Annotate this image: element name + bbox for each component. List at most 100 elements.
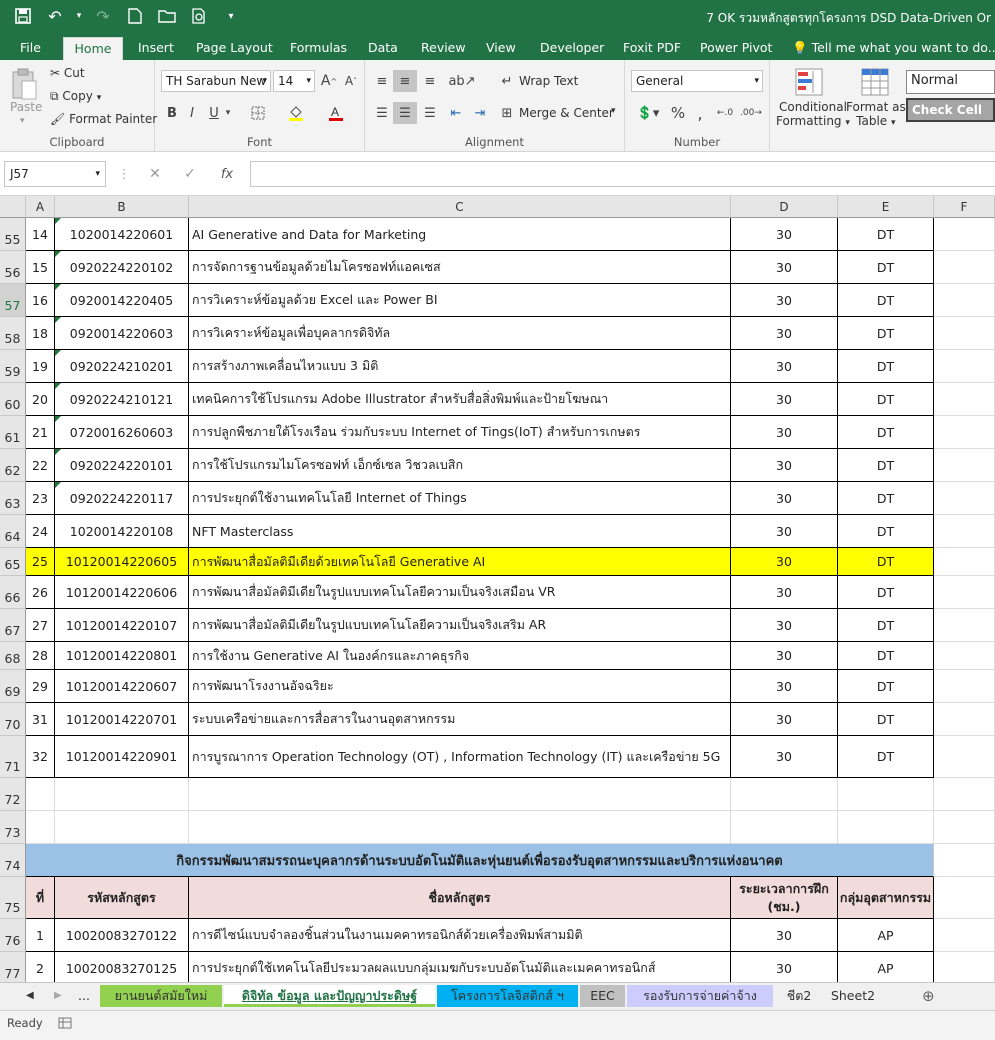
- grow-font-icon[interactable]: A ^: [319, 70, 339, 92]
- format-painter-button[interactable]: 🖌 Format Painter: [50, 112, 157, 126]
- print-preview-icon[interactable]: [186, 4, 212, 28]
- cell-d[interactable]: 30: [731, 670, 838, 703]
- cell-f[interactable]: [934, 703, 995, 736]
- undo-dropdown-icon[interactable]: ▾: [74, 4, 84, 28]
- borders-icon[interactable]: [247, 102, 269, 124]
- italic-icon[interactable]: I: [183, 102, 201, 124]
- increase-indent-icon[interactable]: ⇥: [469, 102, 491, 124]
- customize-qat-icon[interactable]: ▾: [218, 4, 244, 28]
- cell-e[interactable]: DT: [838, 284, 934, 317]
- cell-d[interactable]: 30: [731, 576, 838, 609]
- select-all-corner[interactable]: [0, 196, 26, 218]
- cell-a[interactable]: 23: [26, 482, 55, 515]
- decrease-decimal-icon[interactable]: .00→: [739, 102, 763, 124]
- cell-e[interactable]: DT: [838, 515, 934, 548]
- cell-b[interactable]: 0720016260603: [55, 416, 189, 449]
- cell-f[interactable]: [934, 317, 995, 350]
- cell-a[interactable]: 32: [26, 736, 55, 778]
- cell-c[interactable]: การพัฒนาสื่อมัลติมีเดียด้วยเทคโนโลยี Gen…: [189, 548, 731, 576]
- cell-c[interactable]: [189, 811, 731, 844]
- open-folder-icon[interactable]: [154, 4, 180, 28]
- new-file-icon[interactable]: [122, 4, 148, 28]
- cell-e[interactable]: DT: [838, 670, 934, 703]
- cell-d[interactable]: 30: [731, 642, 838, 670]
- cell-c[interactable]: การวิเคราะห์ข้อมูลเพื่อบุคลากรดิจิทัล: [189, 317, 731, 350]
- cell-d[interactable]: 30: [731, 449, 838, 482]
- cell-b[interactable]: 10020083270125: [55, 952, 189, 982]
- cell-b[interactable]: 0920014220603: [55, 317, 189, 350]
- cell-a[interactable]: 2: [26, 952, 55, 982]
- cell-a[interactable]: 22: [26, 449, 55, 482]
- tab-data[interactable]: Data: [360, 37, 406, 60]
- cell-e[interactable]: AP: [838, 919, 934, 952]
- underline-icon[interactable]: U: [205, 102, 223, 124]
- cell-d[interactable]: 30: [731, 416, 838, 449]
- column-header-b[interactable]: B: [55, 196, 189, 218]
- tab-formulas[interactable]: Formulas: [282, 37, 355, 60]
- cell-a[interactable]: 15: [26, 251, 55, 284]
- cell-a[interactable]: 24: [26, 515, 55, 548]
- cell-a[interactable]: 19: [26, 350, 55, 383]
- tab-view[interactable]: View: [478, 37, 524, 60]
- tab-home[interactable]: Home: [63, 37, 123, 60]
- cell-d[interactable]: 30: [731, 284, 838, 317]
- cell-f[interactable]: [934, 609, 995, 642]
- row-header[interactable]: 67: [0, 609, 26, 642]
- cell-d[interactable]: 30: [731, 548, 838, 576]
- paste-icon[interactable]: [8, 66, 40, 102]
- cell-f[interactable]: [934, 670, 995, 703]
- tab-power-pivot[interactable]: Power Pivot: [692, 37, 780, 60]
- column-header-a[interactable]: A: [26, 196, 55, 218]
- cell-c[interactable]: AI Generative and Data for Marketing: [189, 218, 731, 251]
- insert-function-icon[interactable]: fx: [215, 164, 239, 184]
- row-header[interactable]: 63: [0, 482, 26, 515]
- sheet-tab[interactable]: ชีต2: [777, 985, 821, 1007]
- cell-e[interactable]: DT: [838, 703, 934, 736]
- row-header[interactable]: 60: [0, 383, 26, 416]
- row-header[interactable]: 70: [0, 703, 26, 736]
- row-header[interactable]: 71: [0, 736, 26, 778]
- row-header[interactable]: 59: [0, 350, 26, 383]
- cell-b[interactable]: 10120014220801: [55, 642, 189, 670]
- cell-f[interactable]: [934, 778, 995, 811]
- cell-e[interactable]: DT: [838, 383, 934, 416]
- cell-e[interactable]: [838, 778, 934, 811]
- cell-e[interactable]: AP: [838, 952, 934, 982]
- cell-e[interactable]: DT: [838, 251, 934, 284]
- cell-e[interactable]: DT: [838, 350, 934, 383]
- cell-f[interactable]: [934, 642, 995, 670]
- cell-d[interactable]: 30: [731, 350, 838, 383]
- cell-c[interactable]: ระบบเครือข่ายและการสื่อสารในงานอุตสาหกรร…: [189, 703, 731, 736]
- cell-c[interactable]: การปลูกพืชภายใต้โรงเรือน ร่วมกับระบบ Int…: [189, 416, 731, 449]
- format-as-table-button[interactable]: Format as Table ▾: [846, 100, 906, 128]
- underline-dropdown-icon[interactable]: ▾: [223, 102, 233, 124]
- column-header-d[interactable]: D: [731, 196, 838, 218]
- comma-style-icon[interactable]: ,: [691, 102, 709, 124]
- tab-review[interactable]: Review: [413, 37, 474, 60]
- cell-f[interactable]: [934, 515, 995, 548]
- cell-b[interactable]: [55, 778, 189, 811]
- cell-a[interactable]: 25: [26, 548, 55, 576]
- cell-d[interactable]: 30: [731, 703, 838, 736]
- style-check-cell[interactable]: Check Cell: [906, 98, 995, 122]
- tell-me-search[interactable]: 💡 Tell me what you want to do...: [784, 37, 995, 60]
- shrink-font-icon[interactable]: Aˇ: [341, 70, 361, 92]
- save-icon[interactable]: [10, 4, 36, 28]
- row-header[interactable]: 69: [0, 670, 26, 703]
- row-header[interactable]: 72: [0, 778, 26, 811]
- cell-e[interactable]: DT: [838, 416, 934, 449]
- row-header[interactable]: 57: [0, 284, 26, 317]
- sheet-tab[interactable]: รองรับการจ่ายค่าจ้าง: [627, 985, 773, 1007]
- row-header[interactable]: 56: [0, 251, 26, 284]
- row-header[interactable]: 58: [0, 317, 26, 350]
- row-header[interactable]: 65: [0, 548, 26, 576]
- row-header[interactable]: 61: [0, 416, 26, 449]
- redo-icon[interactable]: ↷: [90, 4, 116, 28]
- cell-b[interactable]: 10120014220701: [55, 703, 189, 736]
- column-header-c[interactable]: C: [189, 196, 731, 218]
- cell-e[interactable]: DT: [838, 736, 934, 778]
- cell-d[interactable]: 30: [731, 482, 838, 515]
- cell-a[interactable]: [26, 778, 55, 811]
- cell-a[interactable]: 20: [26, 383, 55, 416]
- cell-b[interactable]: 1020014220601: [55, 218, 189, 251]
